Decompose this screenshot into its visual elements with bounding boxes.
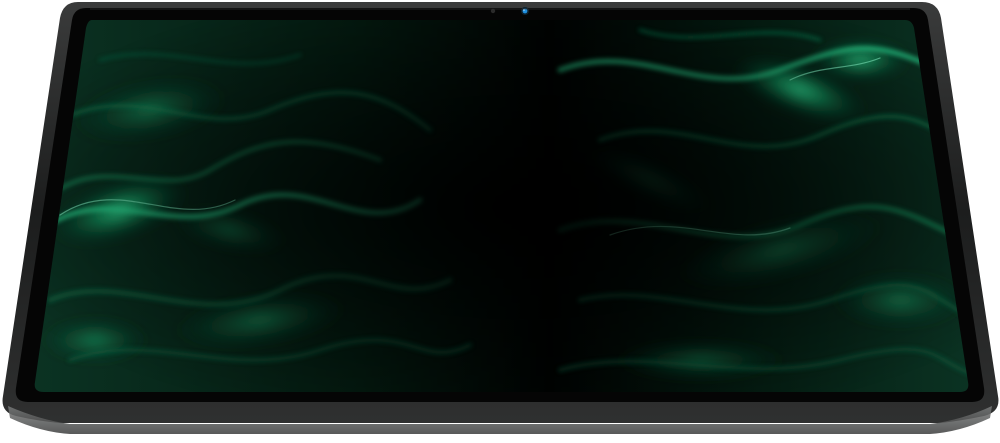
screen-wallpaper [34,20,969,392]
tablet-device [0,0,1000,443]
tablet-illustration [2,2,999,434]
